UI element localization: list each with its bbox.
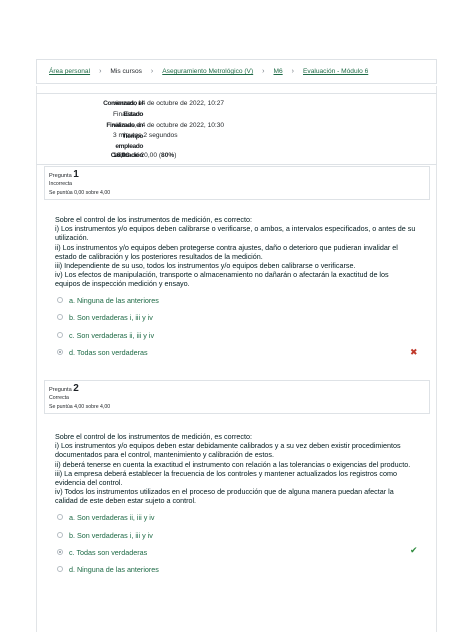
- question-2-line: evidencia del control.: [55, 478, 123, 488]
- option-label: a. Ninguna de las anteriores: [69, 295, 159, 305]
- question-2-line: documentados para el control, mantenimie…: [55, 450, 274, 460]
- question-1-line: iii) Independiente de su uso, todos los …: [55, 261, 356, 271]
- correct-check-icon: ✔: [410, 545, 418, 555]
- breadcrumb-quiz[interactable]: Evaluación - Módulo 6: [303, 68, 368, 75]
- summary-finished-value: viernes, 14 de octubre de 2022, 10:30: [113, 122, 225, 129]
- question-2-text: Sobre el control de los instrumentos de …: [55, 432, 425, 506]
- radio-button[interactable]: [57, 514, 63, 520]
- question-2-grade: Se puntúa 4,00 sobre 4,00: [49, 404, 111, 410]
- radio-button-checked[interactable]: [57, 349, 63, 355]
- summary-state-value: Finalizado: [113, 111, 144, 118]
- breadcrumb-separator: ›: [99, 68, 102, 75]
- summary-row-state: Estado Finalizado: [36, 111, 437, 122]
- breadcrumb-area-personal[interactable]: Área personal: [49, 68, 90, 75]
- question-2-option-b[interactable]: b. Son verdaderas i, iii y iv: [57, 530, 153, 540]
- question-1-title: Pregunta 1: [49, 170, 425, 181]
- question-1-line: equipos de inspección medición y ensayo.: [55, 279, 190, 289]
- option-label: b. Son verdaderas i, iii y iv: [69, 530, 153, 540]
- question-1-option-b[interactable]: b. Son verdaderas i, iii y iv: [57, 312, 153, 322]
- question-1-title-label: Pregunta: [49, 173, 72, 179]
- summary-row-grade: Calificación 16,00 de 20,00 (80%): [36, 152, 437, 163]
- question-1-line: utilización.: [55, 233, 89, 243]
- radio-button[interactable]: [57, 332, 63, 338]
- question-1-option-a[interactable]: a. Ninguna de las anteriores: [57, 295, 159, 305]
- question-2-option-c[interactable]: c. Todas son verdaderas: [57, 547, 147, 557]
- grade-percent: 80%: [161, 152, 175, 159]
- option-label: c. Son verdaderas ii, iii y iv: [69, 330, 155, 340]
- summary-grade-value: 16,00 de 20,00 (80%): [113, 152, 176, 159]
- radio-button[interactable]: [57, 566, 63, 572]
- question-2-title-label: Pregunta: [49, 387, 72, 393]
- question-1-line: estado de calibración y los posteriores …: [55, 251, 263, 261]
- breadcrumb-separator: ›: [262, 68, 265, 75]
- question-1-grade: Se puntúa 0,00 sobre 4,00: [49, 190, 111, 196]
- summary-row-started: Comenzado el viernes, 14 de octubre de 2…: [36, 100, 437, 111]
- breadcrumb-separator: ›: [291, 68, 295, 75]
- question-1-text: Sobre el control de los instrumentos de …: [55, 215, 425, 289]
- breadcrumb-course[interactable]: Aseguramiento Metrológico (V): [162, 68, 253, 75]
- question-2-state: Correcta: [49, 395, 69, 401]
- breadcrumb-separator: ›: [150, 68, 154, 75]
- question-1-number: 1: [73, 169, 79, 180]
- question-1-line: Sobre el control de los instrumentos de …: [55, 215, 252, 224]
- question-1-option-c[interactable]: c. Son verdaderas ii, iii y iv: [57, 330, 154, 340]
- option-label: c. Todas son verdaderas: [69, 547, 148, 557]
- radio-button-checked[interactable]: [57, 549, 63, 555]
- breadcrumb: Área personal › Mis cursos › Aseguramien…: [36, 59, 437, 84]
- question-2-line: ii) deberá tenerse en cuenta la exactitu…: [55, 459, 411, 469]
- incorrect-x-icon: ✖: [410, 347, 418, 357]
- breadcrumb-mis-cursos: Mis cursos: [110, 68, 142, 75]
- question-2-line: Sobre el control de los instrumentos de …: [55, 432, 252, 441]
- question-1-line: iv) Los efectos de manipulación, transpo…: [55, 270, 389, 280]
- option-label: d. Todas son verdaderas: [69, 347, 148, 357]
- question-2-option-a[interactable]: a. Son verdaderas ii, iii y iv: [57, 512, 155, 522]
- question-1-info: Pregunta 1 Incorrecta Se puntúa 0,00 sob…: [44, 166, 430, 200]
- question-2-line: i) Los instrumentos y/o equipos deben es…: [55, 441, 401, 451]
- question-2-number: 2: [73, 383, 79, 394]
- question-2-option-d[interactable]: d. Ninguna de las anteriores: [57, 564, 159, 574]
- summary-started-value: viernes, 14 de octubre de 2022, 10:27: [113, 100, 225, 107]
- question-2-line: calidad de este deben estar sujeto a con…: [55, 496, 197, 506]
- attempt-summary: Comenzado el viernes, 14 de octubre de 2…: [36, 93, 437, 165]
- question-1-line: ii) Los instrumentos y/o equipos deben p…: [55, 242, 398, 252]
- summary-row-time: Tiempo empleado 3 minutos 2 segundos: [36, 132, 437, 152]
- option-label: d. Ninguna de las anteriores: [69, 564, 159, 574]
- question-2-title: Pregunta 2: [49, 384, 425, 395]
- grade-score: 16,00: [113, 152, 130, 159]
- grade-close: ): [174, 152, 177, 159]
- question-1-state: Incorrecta: [49, 181, 73, 187]
- grade-rest: de 20,00 (: [129, 152, 162, 159]
- summary-time-label-line-2: empleado: [115, 143, 143, 150]
- option-label: a. Son verdaderas ii, iii y iv: [69, 512, 155, 522]
- question-1-line: i) Los instrumentos y/o equipos deben ca…: [55, 224, 416, 234]
- question-2-line: iv) Todos los instrumentos utilizados en…: [55, 487, 394, 497]
- question-2-info: Pregunta 2 Correcta Se puntúa 4,00 sobre…: [44, 380, 430, 414]
- radio-button[interactable]: [57, 297, 63, 303]
- breadcrumb-module[interactable]: M6: [274, 68, 283, 75]
- radio-button[interactable]: [57, 314, 63, 320]
- question-1-option-d[interactable]: d. Todas son verdaderas: [57, 347, 148, 357]
- option-label: b. Son verdaderas i, iii y iv: [69, 312, 153, 322]
- radio-button[interactable]: [57, 532, 63, 538]
- summary-time-value: 3 minutos 2 segundos: [113, 132, 178, 139]
- question-2-line: iii) La empresa deberá establecer la fre…: [55, 468, 397, 478]
